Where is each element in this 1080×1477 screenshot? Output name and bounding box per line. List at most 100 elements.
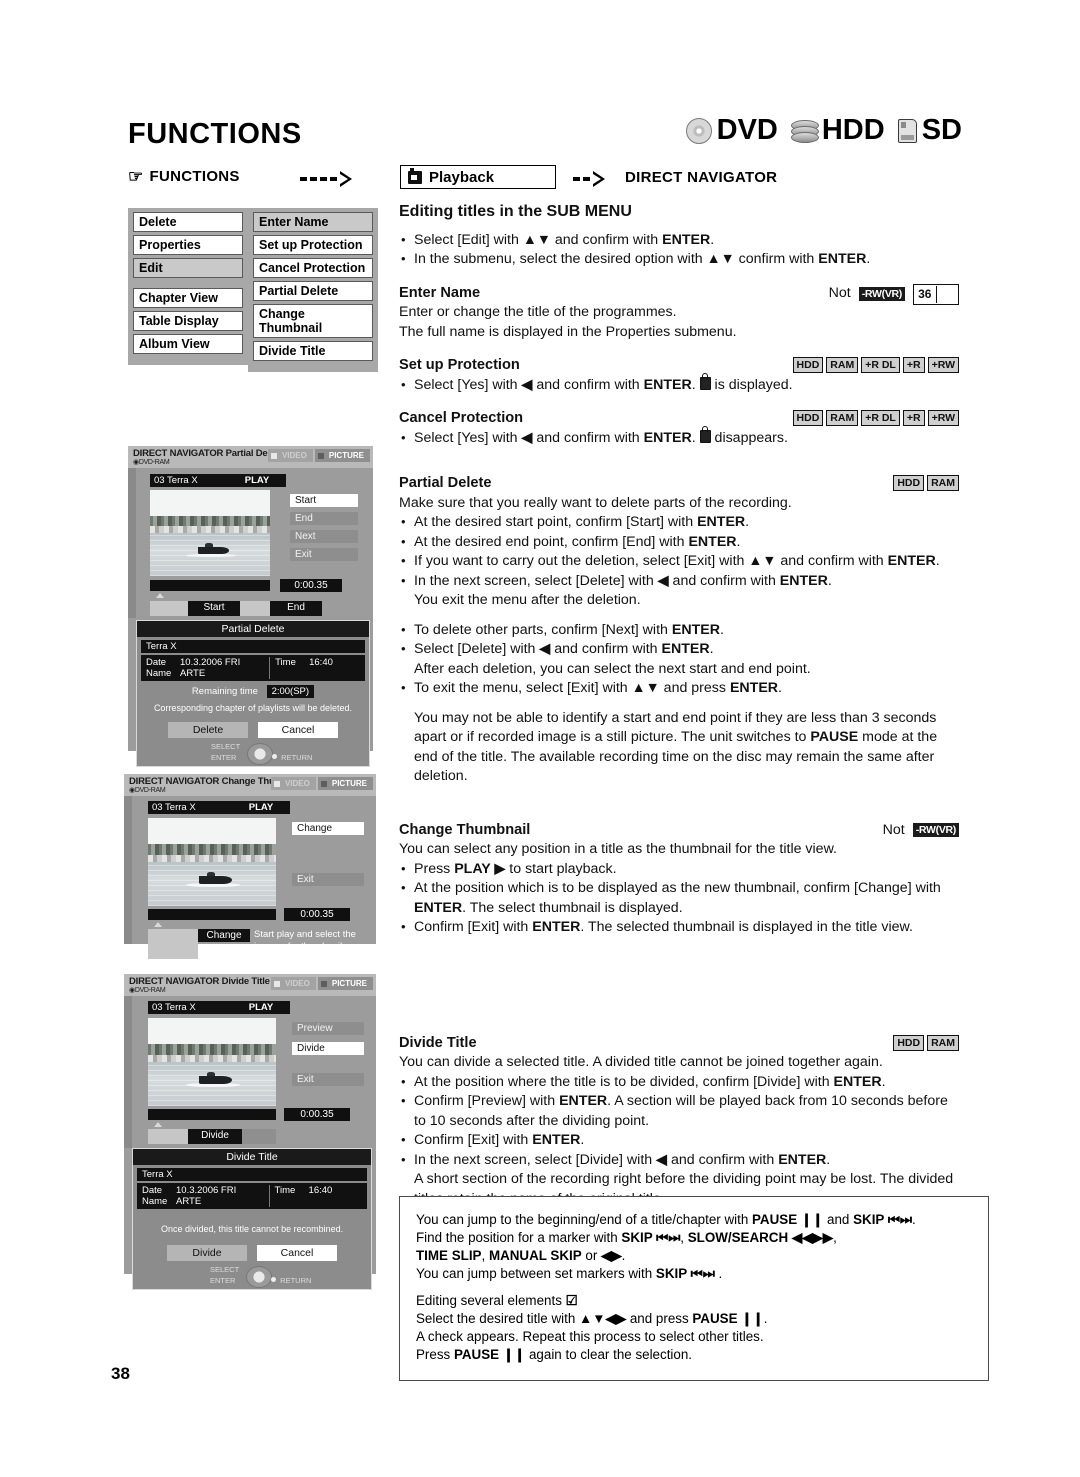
shot3-play-tag: PLAY [232, 1001, 290, 1014]
partial-delete-bullet-6: Select [Delete] with ◀ and confirm with … [399, 639, 959, 660]
hdd-icon [790, 119, 819, 143]
change-thumbnail-lead: You can select any position in a title a… [399, 841, 837, 857]
shot3-title: 03 Terra X [148, 1001, 232, 1014]
divide-title-badges: HDD RAM [893, 1034, 959, 1051]
shot3-footer-select: SELECT [210, 1265, 240, 1274]
shot3-dialog-divide-button[interactable]: Divide [167, 1245, 247, 1261]
shot1-button-exit[interactable]: Exit [290, 548, 358, 561]
shot1-meta-name-val: ARTE [180, 668, 206, 679]
screenshot-divide-title: DIRECT NAVIGATOR Divide Title ◉DVD-RAM V… [124, 974, 376, 1290]
partial-delete-indent-2: After each deletion, you can select the … [414, 660, 811, 677]
shot1-tag-picture: PICTURE [314, 449, 370, 462]
badge-ram: RAM [826, 357, 859, 373]
shot2-mode-tags: VIDEO PICTURE [270, 777, 373, 790]
submenu-item-cancel-protection[interactable]: Cancel Protection [253, 258, 373, 278]
menu-item-edit[interactable]: Edit [133, 258, 243, 278]
dpad-icon [247, 743, 273, 765]
shot1-button-end[interactable]: End [290, 512, 358, 525]
partial-delete-bullet-2: At the desired end point, confirm [End] … [399, 532, 959, 553]
shot3-dialog: Divide Title Terra X Date 10.3.2006 FRI N… [132, 1148, 372, 1290]
shot1-progress-bar[interactable] [150, 580, 270, 591]
shot3-meta-date-val: 10.3.2006 FRI [176, 1185, 237, 1196]
shot3-dialog-buttons: Divide Cancel [133, 1245, 371, 1261]
menu-item-chapter-view[interactable]: Chapter View [133, 288, 243, 308]
partial-delete-bullet-3: If you want to carry out the deletion, s… [399, 551, 959, 572]
menu-item-album-view[interactable]: Album View [133, 334, 243, 354]
shot1-header: DIRECT NAVIGATOR Partial Delete ◉DVD-RAM… [128, 446, 373, 468]
heading-partial-delete: Partial Delete [399, 475, 492, 491]
shot2-change-time: --:--.-- [210, 943, 238, 954]
dashed-arrow-icon-2 [573, 171, 605, 187]
shot1-button-start[interactable]: Start [290, 494, 358, 507]
shot1-segment-start: Start [188, 601, 240, 616]
main-text-column: Editing titles in the SUB MENU Select [E… [399, 202, 959, 1258]
partial-delete-bullet-5: To delete other parts, confirm [Next] wi… [399, 620, 959, 641]
submenu-item-enter-name[interactable]: Enter Name [253, 212, 373, 232]
shot1-body: 03 Terra X PLAY Start End Next Exit 0:00… [128, 468, 373, 767]
shot3-dialog-cancel-button[interactable]: Cancel [257, 1245, 337, 1261]
shot1-dialog-cancel-button[interactable]: Cancel [258, 722, 338, 738]
shot1-time: 0:00.35 [280, 579, 342, 592]
section-enter-name: Not -RW(VR) 36 Enter Name Enter or chang… [399, 283, 959, 343]
shot1-dialog-heading: Partial Delete [137, 621, 369, 637]
functions-breadcrumb-label: FUNCTIONS [149, 168, 240, 185]
cancel-protection-badges: HDD RAM +R DL +R +RW [792, 410, 959, 426]
submenu-item-partial-delete[interactable]: Partial Delete [253, 281, 373, 301]
shot3-body: 03 Terra X PLAY Preview Divide Exit 0:00… [124, 996, 376, 1290]
menu-item-delete[interactable]: Delete [133, 212, 243, 232]
menu-item-properties[interactable]: Properties [133, 235, 243, 255]
submenu-item-set-up-protection[interactable]: Set up Protection [253, 235, 373, 255]
shot3-segment-divide: Divide [188, 1129, 242, 1144]
submenu-item-change-thumbnail[interactable]: Change Thumbnail [253, 304, 373, 338]
change-thumbnail-not-media: -RW(VR) [912, 823, 959, 838]
section-title: Editing titles in the SUB MENU [399, 203, 632, 220]
shot2-progress-bar[interactable] [148, 909, 276, 920]
shot3-header-sub: ◉DVD-RAM [129, 987, 166, 994]
shot3-footer-enter: ENTER [210, 1276, 236, 1285]
note-line-7: A check appears. Repeat this process to … [416, 1329, 764, 1344]
set-up-protection-bullet: Select [Yes] with ◀ and confirm with ENT… [399, 372, 959, 396]
playback-menu-chip[interactable]: Playback [400, 165, 556, 189]
shot3-header: DIRECT NAVIGATOR Divide Title ◉DVD-RAM V… [124, 974, 376, 996]
badge-hdd-2: HDD [792, 410, 824, 426]
shot2-caption: Start play and select the image of a thu… [254, 929, 356, 952]
shot3-button-preview[interactable]: Preview [292, 1022, 364, 1035]
shot1-meta-date-key: Date [146, 657, 167, 668]
badge-hdd: HDD [792, 357, 824, 373]
shot2-button-exit[interactable]: Exit [292, 873, 364, 886]
shot3-meta-name-key: Name [142, 1196, 168, 1207]
change-thumbnail-not-label: Not [882, 821, 905, 838]
shot3-dialog-footer: SELECT ENTER RETURN [133, 1263, 371, 1289]
change-thumbnail-bullet-1: Press PLAY ▶ to start playback. [399, 859, 959, 880]
intro-bullet-2: In the submenu, select the desired optio… [399, 249, 959, 270]
manual-page: FUNCTIONS DVD HDD SD ☞ FUNCTIONS Playbac… [0, 0, 1080, 1477]
media-logo-dvd: DVD [685, 114, 778, 147]
shot3-meta-date-key: Date [142, 1185, 163, 1196]
shot1-title: 03 Terra X [150, 474, 228, 487]
cancel-protection-bullet: Select [Yes] with ◀ and confirm with ENT… [399, 425, 959, 449]
submenu-item-divide-title[interactable]: Divide Title [253, 341, 373, 361]
shot3-tag-video: VIDEO [270, 977, 316, 990]
shot3-dialog-meta: Date 10.3.2006 FRI Name ARTE Time 16:40 [137, 1183, 367, 1209]
screenshot-partial-delete: DIRECT NAVIGATOR Partial Delete ◉DVD-RAM… [128, 446, 373, 767]
shot1-dialog-delete-button[interactable]: Delete [168, 722, 248, 738]
shot1-remaining-time: Remaining time 2:00(SP) [137, 685, 369, 698]
shot3-button-exit[interactable]: Exit [292, 1073, 364, 1086]
change-thumbnail-bullet-2: At the position which is to be displayed… [399, 878, 959, 918]
shot1-preview-thumbnail [150, 490, 270, 576]
badge-hdd-4: HDD [893, 1034, 925, 1051]
shot2-body: 03 Terra X PLAY Change Exit 0:00.35 Chan… [124, 796, 376, 959]
shot3-button-divide[interactable]: Divide [292, 1042, 364, 1055]
lock-icon [699, 372, 711, 390]
shot1-button-next[interactable]: Next [290, 530, 358, 543]
enter-name-not-media: -RW(VR) [858, 287, 905, 301]
shot3-progress-bar[interactable] [148, 1109, 276, 1120]
shot2-button-change[interactable]: Change [292, 822, 364, 835]
screenshot-change-thumbnail: DIRECT NAVIGATOR Change Thumbnail ◉DVD-R… [124, 774, 376, 959]
shot3-dialog-title: Terra X [137, 1168, 367, 1181]
menu-item-table-display[interactable]: Table Display [133, 311, 243, 331]
partial-delete-bullet-4: In the next screen, select [Delete] with… [399, 571, 959, 592]
badge-r-2: +R [902, 410, 925, 426]
media-logo-hdd-label: HDD [821, 114, 885, 146]
media-logo-hdd: HDD [790, 114, 885, 147]
